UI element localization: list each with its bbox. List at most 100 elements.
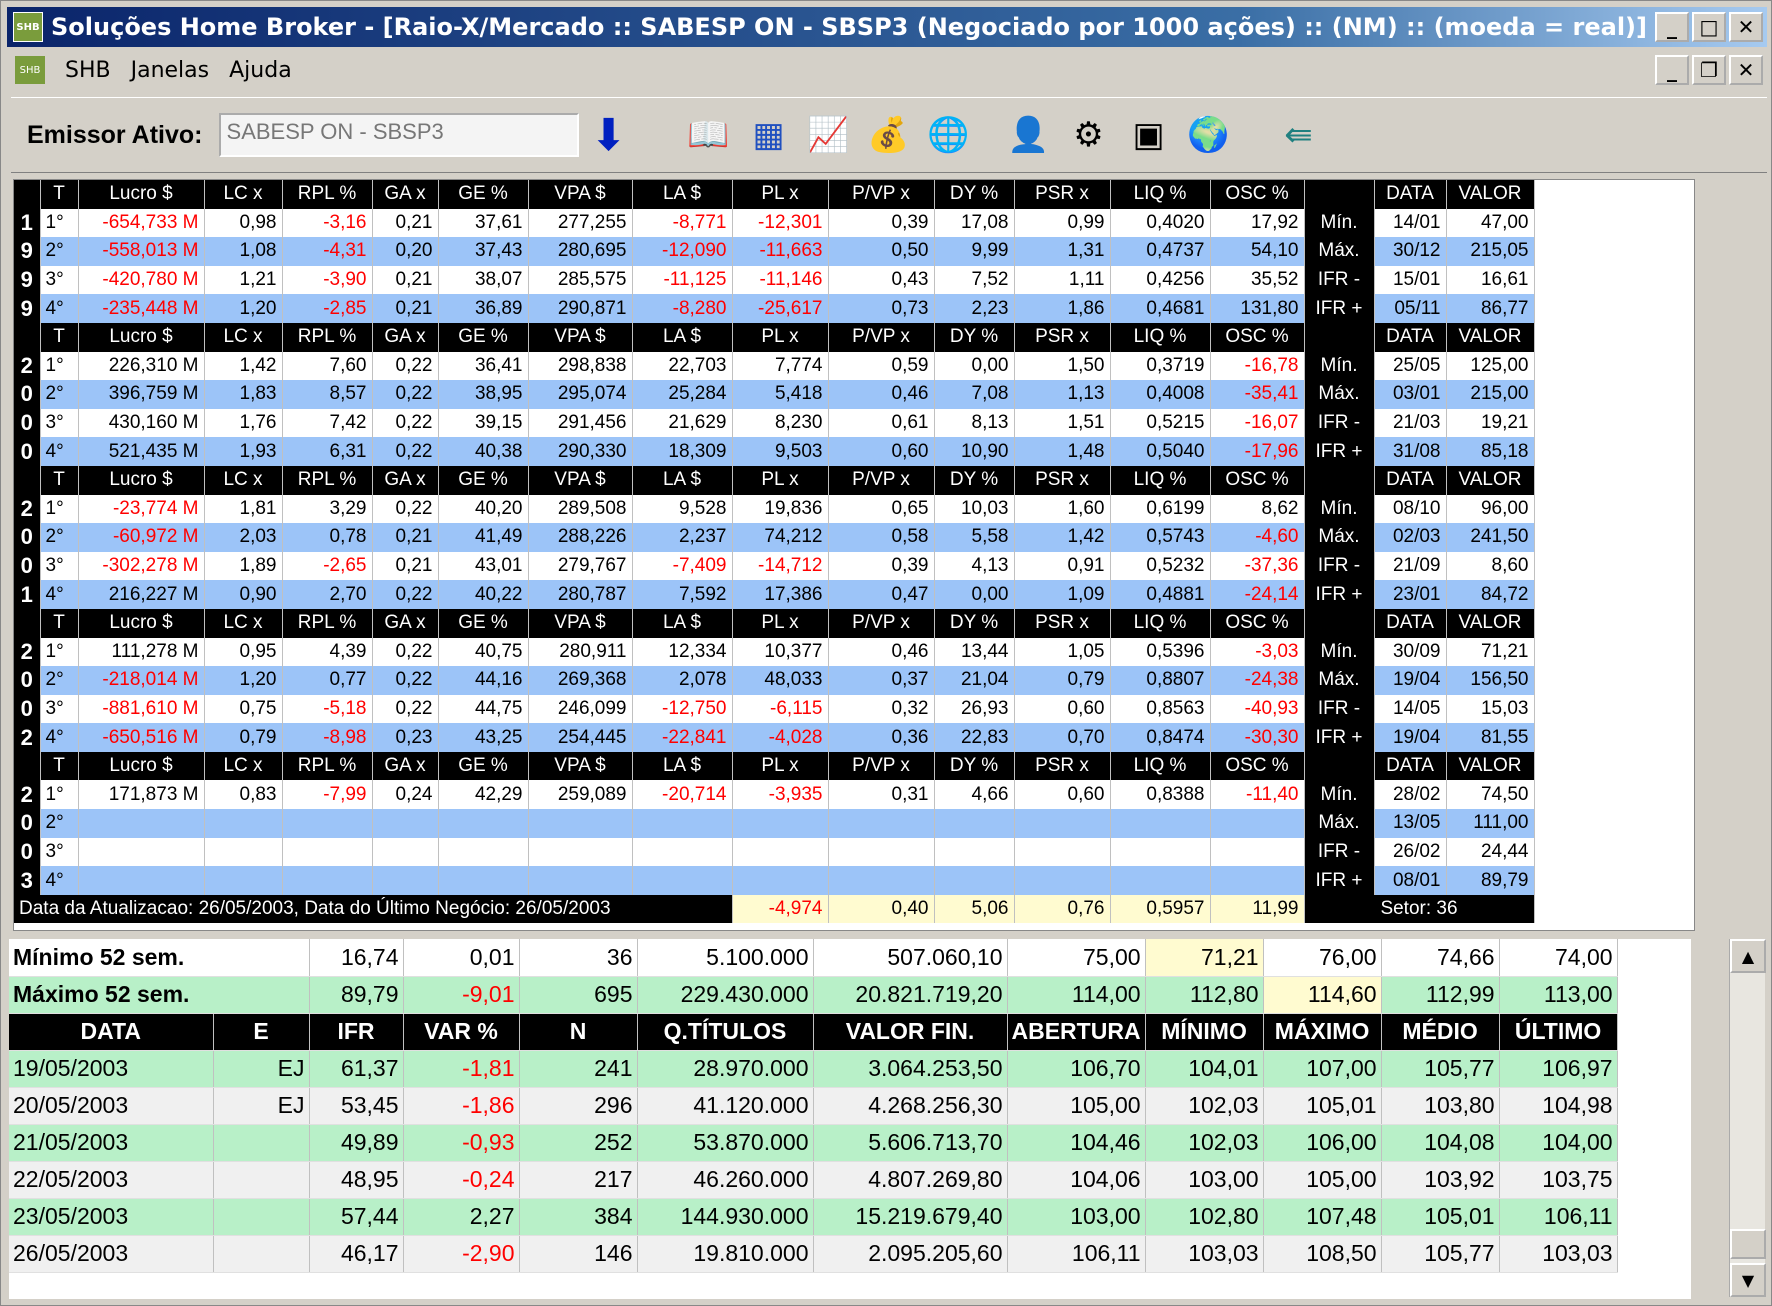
column-header: MÍNIMO: [1145, 1013, 1264, 1051]
quarter-row[interactable]: 0 3° -881,610 M 0,75 -5,18 0,22 44,75 246,099 -1…: [14, 694, 1535, 724]
scroll-down-button[interactable]: ▼: [1730, 1263, 1766, 1297]
column-header: P/VP x: [828, 751, 935, 781]
indicator-cell: 1,20: [204, 666, 283, 695]
year-cell-blank: [14, 180, 41, 209]
indicator-cell: 30/09: [1374, 637, 1447, 667]
quarter-row[interactable]: 9 3° -420,780 M 1,21 -3,90 0,21 38,07 285,575 -1…: [14, 265, 1535, 295]
menu-ajuda[interactable]: Ajuda: [229, 58, 292, 83]
year-digit: 1: [14, 580, 41, 609]
column-header: VALOR FIN.: [813, 1013, 1008, 1051]
stat-cell: 507.060,10: [813, 939, 1008, 977]
globe-money-icon[interactable]: 🌐: [919, 109, 979, 161]
quarter-row[interactable]: 0 3° IFR -26/02 24,44: [14, 837, 1535, 867]
indicator-cell: 43,01: [438, 551, 529, 581]
quarter-row[interactable]: 0 3° -302,278 M 1,89 -2,65 0,21 43,01 279,767 -7…: [14, 551, 1535, 581]
indicator-cell: -302,278 M: [78, 551, 205, 581]
column-header: OSC %: [1210, 608, 1305, 638]
close-button[interactable]: ✕: [1729, 12, 1763, 42]
max-52-weeks-row-label: Máximo 52 sem.: [9, 976, 310, 1014]
quarter-row[interactable]: 2 1° -23,774 M 1,81 3,29 0,22 40,20 289,508 9,52…: [14, 494, 1535, 524]
scroll-thumb[interactable]: [1730, 1229, 1766, 1259]
quarter-row[interactable]: 2 4° -650,516 M 0,79 -8,98 0,23 43,25 254,445 -2…: [14, 723, 1535, 752]
calculator-icon[interactable]: ▦: [739, 109, 799, 161]
quote-cell: 61,37: [309, 1050, 404, 1088]
quarter-row[interactable]: 1 1° -654,733 M 0,98 -3,16 0,21 37,61 277,255 -8…: [14, 208, 1535, 238]
minimize-button[interactable]: _: [1655, 12, 1689, 42]
gear-icon[interactable]: ⚙: [1059, 109, 1119, 161]
indicator-cell: 0,22: [372, 437, 439, 466]
title-bar[interactable]: SHB Soluções Home Broker - [Raio-X/Merca…: [7, 7, 1767, 47]
quarter-row[interactable]: 3 4° IFR +08/01 89,79: [14, 866, 1535, 895]
indicator-cell: 7,42: [282, 408, 373, 438]
quarter-row[interactable]: 0 3° 430,160 M 1,76 7,42 0,22 39,15 291,456 21,6…: [14, 408, 1535, 438]
indicator-cell: -37,36: [1210, 551, 1305, 581]
child-close-button[interactable]: ✕: [1729, 55, 1763, 85]
column-header: P/VP x: [828, 322, 935, 352]
indicator-cell: Máx.: [1304, 809, 1375, 838]
indicators-grid[interactable]: T Lucro $ LC x RPL % GA x GE % VPA $ LA $ PL x P/…: [13, 179, 1695, 931]
quarter-row[interactable]: 0 2° -60,972 M 2,03 0,78 0,21 41,49 288,226 2,23…: [14, 523, 1535, 552]
indicator-cell: 19/04: [1374, 666, 1447, 695]
download-arrow-icon[interactable]: ⬇: [579, 109, 639, 161]
quote-cell: 217: [519, 1161, 638, 1199]
child-minimize-button[interactable]: _: [1655, 55, 1689, 85]
maximize-button[interactable]: □: [1692, 12, 1726, 42]
indicator-cell: -2,85: [282, 294, 373, 323]
indicator-cell: 3,29: [282, 494, 373, 524]
indicator-cell: -22,841: [632, 723, 733, 752]
quarter-row[interactable]: 0 2° -218,014 M 1,20 0,77 0,22 44,16 269,368 2,0…: [14, 666, 1535, 695]
scroll-up-button[interactable]: ▲: [1730, 939, 1766, 973]
quarter-row[interactable]: 0 2° Máx. 13/05 111,00: [14, 809, 1535, 838]
indicator-cell: 30/12: [1374, 237, 1447, 266]
exit-door-icon[interactable]: ⇚: [1269, 109, 1329, 161]
quotes-grid[interactable]: Mínimo 52 sem. 16,74 0,01 36 5.100.000 507.06…: [9, 939, 1691, 1299]
quarter-row[interactable]: 2 1° 226,310 M 1,42 7,60 0,22 36,41 298,838 22,7…: [14, 351, 1535, 381]
book-icon[interactable]: 📖: [679, 109, 739, 161]
world-people-icon[interactable]: 🌍: [1179, 109, 1239, 161]
indicator-cell: 0,77: [282, 666, 373, 695]
quarter-row[interactable]: 1 4° 216,227 M 0,90 2,70 0,22 40,22 280,787 7,59…: [14, 580, 1535, 609]
indicator-cell: [1014, 837, 1111, 867]
quarter-row[interactable]: 2 1° 111,278 M 0,95 4,39 0,22 40,75 280,911 12,3…: [14, 637, 1535, 667]
child-restore-button[interactable]: ❐: [1692, 55, 1726, 85]
indicator-cell: 89,79: [1446, 866, 1535, 895]
emissor-input[interactable]: SABESP ON - SBSP3: [218, 113, 579, 157]
quarter-row[interactable]: 9 4° -235,448 M 1,20 -2,85 0,21 36,89 290,871 -8…: [14, 294, 1535, 323]
year-digit: 0: [14, 666, 41, 695]
quote-row[interactable]: 22/05/2003 48,95 -0,24 217 46.260.000 4.807.2…: [9, 1161, 1618, 1199]
menu-shb[interactable]: SHB: [65, 58, 111, 83]
quarter-row[interactable]: 0 2° 396,759 M 1,83 8,57 0,22 38,95 295,074 25,2…: [14, 380, 1535, 409]
indicator-cell: IFR -: [1304, 837, 1375, 867]
quote-row[interactable]: 26/05/2003 46,17 -2,90 146 19.810.000 2.095.2…: [9, 1235, 1618, 1273]
indicator-cell: 396,759 M: [78, 380, 205, 409]
indicator-cell: -30,30: [1210, 723, 1305, 752]
app-icon[interactable]: SHB: [13, 12, 43, 42]
quote-row[interactable]: 19/05/2003 EJ 61,37 -1,81 241 28.970.000 3.064…: [9, 1050, 1618, 1088]
quote-row[interactable]: 21/05/2003 49,89 -0,93 252 53.870.000 5.606.7…: [9, 1124, 1618, 1162]
chart-icon[interactable]: 📈: [799, 109, 859, 161]
quote-row[interactable]: 23/05/2003 57,44 2,27 384 144.930.000 15.219.…: [9, 1198, 1618, 1236]
mdi-icon[interactable]: SHB: [15, 56, 45, 84]
indicator-cell: 8,13: [934, 408, 1015, 438]
indicator-cell: 38,07: [438, 265, 529, 295]
quarter-row[interactable]: 9 2° -558,013 M 1,08 -4,31 0,20 37,43 280,695 -1…: [14, 237, 1535, 266]
indicator-cell: 0,43: [828, 265, 935, 295]
column-header: RPL %: [282, 322, 373, 352]
column-header: PSR x: [1014, 608, 1111, 638]
safe-icon[interactable]: ▣: [1119, 109, 1179, 161]
column-header: DY %: [934, 608, 1015, 638]
vertical-scrollbar[interactable]: ▲ ▼: [1729, 939, 1766, 1297]
quote-row[interactable]: 20/05/2003 EJ 53,45 -1,86 296 41.120.000 4.268…: [9, 1087, 1618, 1125]
quarter-row[interactable]: 0 4° 521,435 M 1,93 6,31 0,22 40,38 290,330 18,3…: [14, 437, 1535, 466]
indicator-cell: 111,278 M: [78, 637, 205, 667]
person-chart-icon[interactable]: 👤: [999, 109, 1059, 161]
quarter-row[interactable]: 2 1° 171,873 M 0,83 -7,99 0,24 42,29 259,089 -20…: [14, 780, 1535, 810]
indicators-header-row: T Lucro $ LC x RPL % GA x GE % VPA $ LA $ PL x P/…: [14, 322, 1535, 352]
indicator-cell: -14,712: [732, 551, 829, 581]
money-bag-icon[interactable]: 💰: [859, 109, 919, 161]
menu-janelas[interactable]: Janelas: [131, 58, 210, 83]
indicator-cell: 10,377: [732, 637, 829, 667]
quote-cell: 105,77: [1381, 1050, 1500, 1088]
indicator-cell: 0,22: [372, 351, 439, 381]
indicator-cell: -420,780 M: [78, 265, 205, 295]
